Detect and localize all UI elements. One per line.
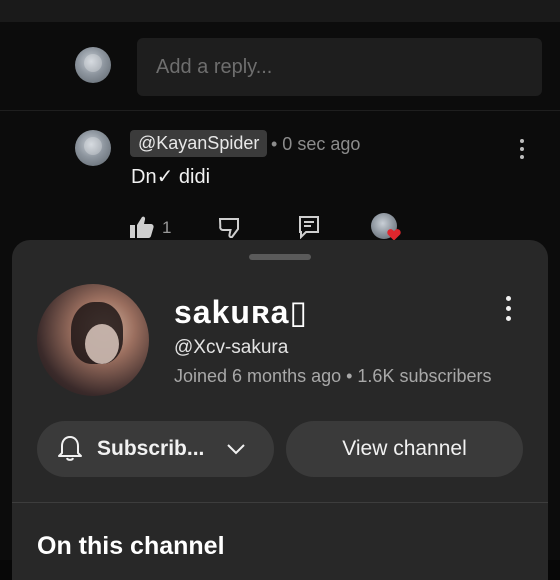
top-bar (0, 0, 560, 22)
more-vertical-icon[interactable] (505, 296, 511, 321)
subscribe-label: Subscrib... (97, 437, 205, 460)
user-avatar[interactable] (75, 47, 111, 83)
like-icon[interactable] (130, 216, 154, 238)
reply-input[interactable]: Add a reply... (137, 38, 542, 96)
comment-text: Dn✓ didi (131, 166, 211, 188)
comment-author-badge[interactable]: @KayanSpider (130, 130, 268, 157)
comment-timestamp: • 0 sec ago (271, 134, 361, 154)
like-count: 1 (162, 218, 172, 237)
bell-icon (58, 436, 82, 461)
channel-name: sakuʀa▯ (174, 294, 309, 330)
channel-meta: Joined 6 months ago • 1.6K subscribers (174, 366, 492, 386)
channel-handle: @Xcv-sakura (174, 337, 289, 358)
view-channel-label: View channel (342, 437, 467, 460)
dislike-icon[interactable] (219, 216, 243, 238)
chevron-down-icon[interactable] (226, 443, 246, 455)
divider (0, 110, 560, 111)
view-channel-button[interactable]: View channel (286, 421, 523, 477)
comment-more-vertical-icon[interactable] (519, 139, 525, 159)
reply-icon[interactable] (298, 215, 320, 239)
section-title: On this channel (37, 532, 225, 560)
channel-avatar[interactable] (37, 284, 149, 396)
commenter-avatar[interactable] (75, 130, 111, 166)
channel-bottom-sheet: sakuʀa▯ @Xcv-sakura Joined 6 months ago … (12, 240, 548, 580)
subscribe-button[interactable]: Subscrib... (37, 421, 274, 477)
drag-handle[interactable] (249, 254, 311, 260)
sheet-divider (12, 502, 548, 503)
